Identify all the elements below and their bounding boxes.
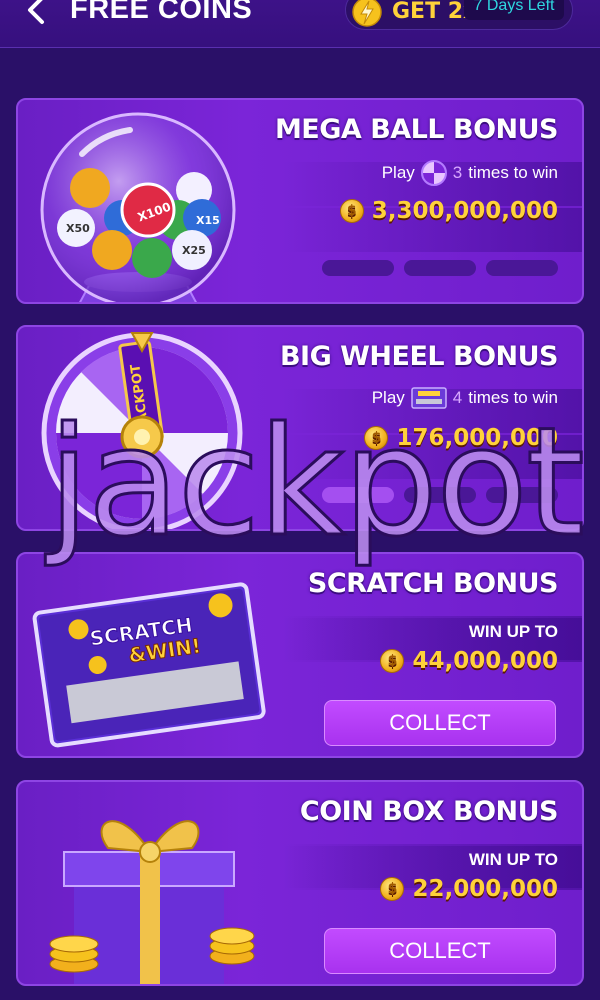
progress-segment — [404, 260, 476, 276]
card-title: MEGA BALL BONUS — [274, 114, 559, 145]
progress-segment — [322, 487, 394, 503]
progress-segment — [486, 260, 558, 276]
coin-box-bonus-card[interactable]: COIN BOX BONUS WIN UP TO 22,000,000 COLL… — [16, 780, 584, 986]
collect-scratch-button[interactable]: COLLECT — [324, 700, 556, 746]
coin-icon — [364, 426, 389, 450]
win-up-to-label: WIN UP TO — [468, 622, 558, 641]
card-title: SCRATCH BONUS — [307, 568, 559, 599]
progress-bar — [322, 260, 558, 276]
big-wheel-bonus-card[interactable]: JACKPOT BIG WHEEL BONUS Play 4 times to … — [16, 325, 584, 531]
lightning-bolt-icon — [352, 0, 382, 27]
coin-icon — [339, 199, 364, 223]
progress-segment — [404, 487, 476, 503]
scratch-bonus-card[interactable]: SCRATCH &WIN! SCRATCH BONUS WIN UP TO 44… — [16, 552, 584, 758]
prize-amount: 22,000,000 — [380, 876, 558, 902]
collect-coin-box-button[interactable]: COLLECT — [324, 928, 556, 974]
coin-icon — [380, 877, 405, 901]
days-left-badge: 7 Days Left — [464, 0, 564, 20]
card-title: BIG WHEEL BONUS — [279, 341, 559, 372]
coin-icon — [380, 649, 405, 673]
scratch-ticket-mini-icon — [411, 387, 447, 409]
prize-amount: 44,000,000 — [380, 648, 558, 674]
ball-label: X50 — [66, 222, 90, 235]
mega-ball-globe-icon: X100 X15 X50 X25 — [40, 112, 236, 302]
play-requirement: Play 3 times to win — [382, 160, 558, 186]
mega-ball-bonus-card[interactable]: X100 X15 X50 X25 MEGA BALL BONUS Play 3 … — [16, 98, 584, 304]
back-arrow-icon[interactable] — [22, 0, 52, 28]
progress-segment — [486, 487, 558, 503]
prize-amount: 176,000,000 — [364, 425, 558, 451]
win-up-to-label: WIN UP TO — [468, 850, 558, 869]
prize-amount: 3,300,000,000 — [339, 198, 558, 224]
top-bar: FREE COINS GET 2x 7 Days Left — [0, 0, 600, 48]
ball-label: X15 — [196, 214, 220, 227]
progress-segment — [322, 260, 394, 276]
wheel-mini-icon — [420, 160, 447, 186]
ball-label: X25 — [182, 244, 206, 257]
gift-box-icon — [49, 820, 255, 984]
prize-wheel-icon: JACKPOT — [41, 332, 243, 529]
page-title: FREE COINS — [70, 0, 253, 25]
scratch-ticket-icon: SCRATCH &WIN! — [32, 582, 266, 748]
play-requirement: Play 4 times to win — [371, 387, 558, 409]
progress-bar — [322, 487, 558, 503]
card-title: COIN BOX BONUS — [299, 796, 559, 827]
